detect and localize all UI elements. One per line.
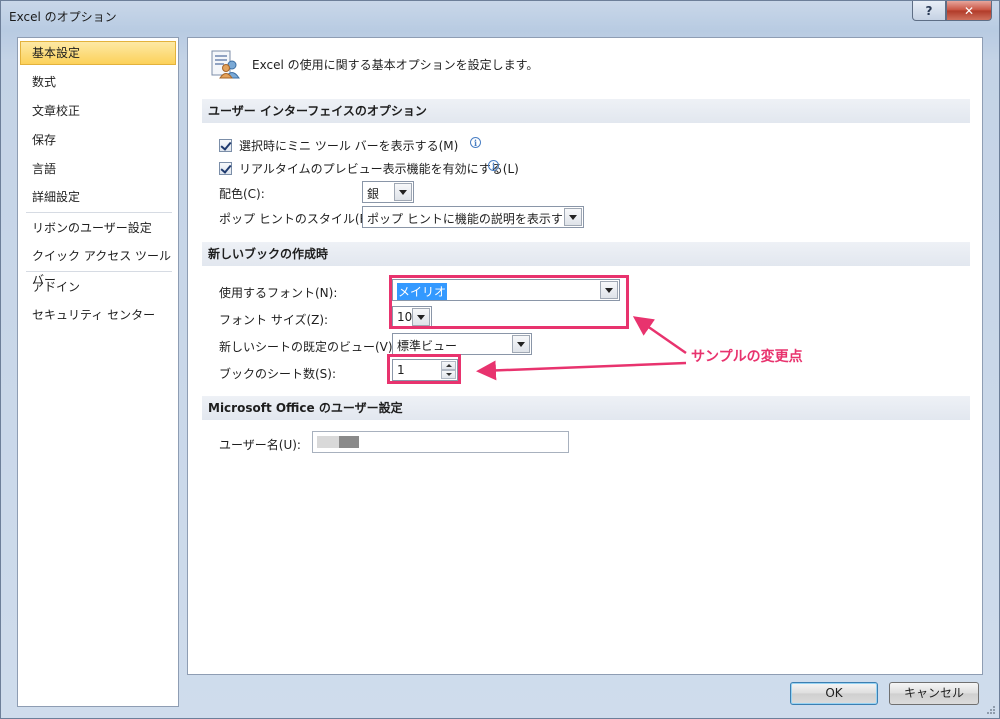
sidebar-item-formulas[interactable]: 数式	[20, 70, 176, 94]
sheet-count-spinner[interactable]: 1	[392, 359, 458, 381]
title-bar: Excel のオプション ? ✕	[1, 1, 999, 31]
cancel-button[interactable]: キャンセル	[889, 682, 979, 705]
screentip-style-value: ポップ ヒントに機能の説明を表示する	[367, 212, 575, 226]
chevron-down-icon[interactable]	[600, 281, 618, 299]
sidebar-item-proofing[interactable]: 文章校正	[20, 99, 176, 123]
live-preview-label: リアルタイムのプレビュー表示機能を有効にする(L)	[239, 162, 519, 176]
sidebar-item-trust-center[interactable]: セキュリティ センター	[20, 303, 176, 327]
default-view-value: 標準ビュー	[397, 339, 458, 353]
font-size-value: 10	[397, 310, 413, 324]
general-options-icon	[211, 50, 240, 79]
font-size-select[interactable]: 10	[392, 306, 432, 328]
sheet-count-value: 1	[397, 363, 405, 377]
sidebar-item-general[interactable]: 基本設定	[20, 41, 176, 65]
chevron-down-icon[interactable]	[394, 183, 412, 201]
chevron-down-icon[interactable]	[564, 208, 582, 226]
info-icon: i	[470, 137, 481, 148]
redacted-block	[339, 436, 359, 448]
screentip-style-label: ポップ ヒントのスタイル(R):	[219, 212, 377, 226]
help-button[interactable]: ?	[912, 1, 946, 21]
sheet-count-label: ブックのシート数(S):	[219, 367, 337, 381]
section-user-settings: Microsoft Office のユーザー設定	[202, 396, 970, 420]
sidebar-divider	[26, 212, 172, 213]
font-size-label: フォント サイズ(Z):	[219, 313, 329, 327]
header-description: Excel の使用に関する基本オプションを設定します。	[252, 58, 539, 72]
sidebar-item-quick-access-toolbar[interactable]: クイック アクセス ツール バー	[20, 244, 176, 287]
close-button[interactable]: ✕	[946, 1, 992, 21]
spin-up-icon[interactable]	[441, 361, 456, 370]
info-icon: i	[488, 160, 499, 171]
ok-button[interactable]: OK	[790, 682, 878, 705]
color-scheme-select[interactable]: 銀	[362, 181, 414, 203]
color-scheme-value: 銀	[367, 187, 380, 201]
section-new-workbook: 新しいブックの作成時	[202, 242, 970, 266]
font-label: 使用するフォント(N):	[219, 286, 338, 300]
sidebar-item-customize-ribbon[interactable]: リボンのユーザー設定	[20, 216, 176, 240]
mini-toolbar-label: 選択時にミニ ツール バーを表示する(M)	[239, 139, 459, 153]
sidebar-item-language[interactable]: 言語	[20, 157, 176, 181]
options-sidebar: 基本設定 数式 文章校正 保存 言語 詳細設定 リボンのユーザー設定 クイック …	[17, 37, 179, 707]
sidebar-divider	[26, 271, 172, 272]
color-scheme-label: 配色(C):	[219, 187, 265, 201]
spin-down-icon[interactable]	[441, 370, 456, 379]
section-ui-options: ユーザー インターフェイスのオプション	[202, 99, 970, 123]
screentip-style-select[interactable]: ポップ ヒントに機能の説明を表示する	[362, 206, 584, 228]
mini-toolbar-checkbox[interactable]	[219, 139, 232, 152]
live-preview-checkbox[interactable]	[219, 162, 232, 175]
sidebar-item-advanced[interactable]: 詳細設定	[20, 185, 176, 209]
excel-options-dialog: Excel のオプション ? ✕ 基本設定 数式 文章校正 保存 言語 詳細設定…	[0, 0, 1000, 719]
annotation-label: サンプルの変更点	[691, 349, 803, 365]
font-value: メイリオ	[397, 283, 448, 300]
username-input[interactable]	[312, 431, 569, 453]
default-view-label: 新しいシートの既定のビュー(V):	[219, 340, 397, 354]
sidebar-item-save[interactable]: 保存	[20, 128, 176, 152]
sidebar-item-add-ins[interactable]: アドイン	[20, 275, 176, 299]
resize-grip-icon[interactable]	[986, 705, 996, 715]
redacted-block	[317, 436, 339, 448]
dialog-title: Excel のオプション	[9, 10, 117, 24]
annotation-arrows	[476, 316, 687, 381]
chevron-down-icon[interactable]	[412, 308, 430, 326]
font-select[interactable]: メイリオ	[392, 279, 620, 301]
username-label: ユーザー名(U):	[219, 438, 301, 452]
